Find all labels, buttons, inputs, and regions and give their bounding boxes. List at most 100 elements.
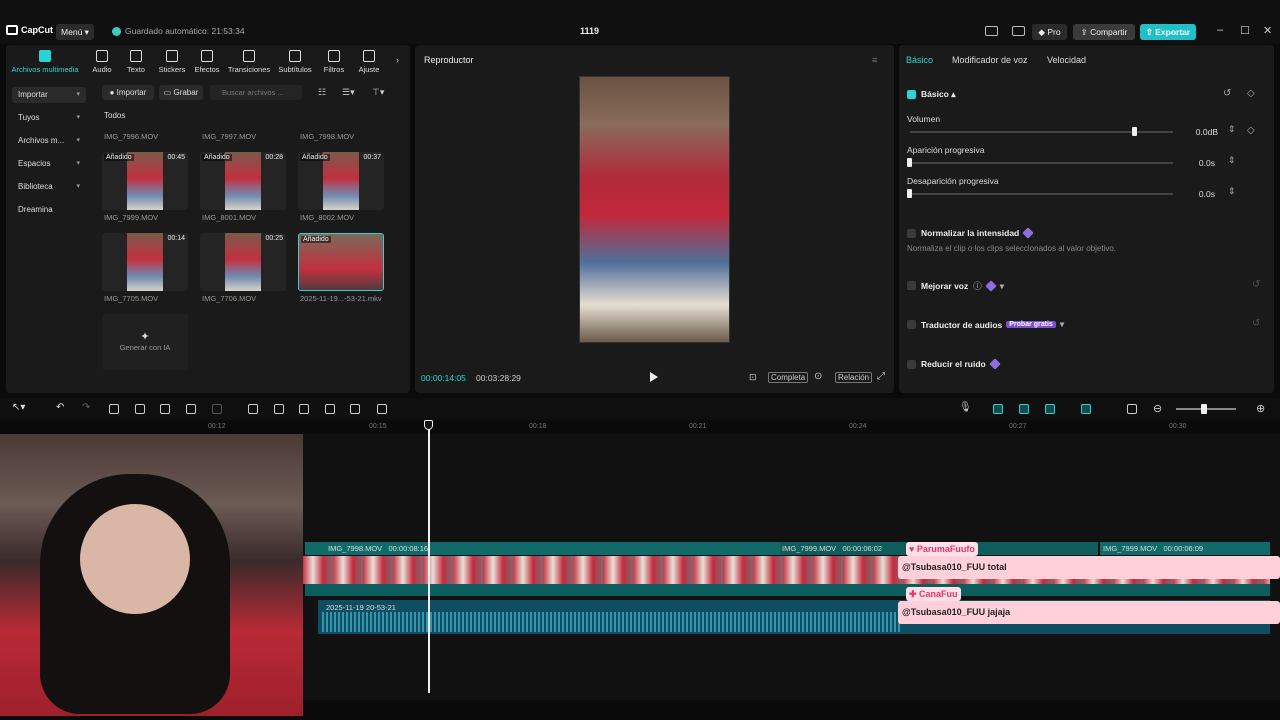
magic-icon[interactable] [325, 404, 335, 414]
tab-adjust[interactable]: Ajuste [349, 48, 389, 74]
tab-media[interactable]: Archivos multimedia [8, 48, 82, 74]
fade-in-slider[interactable] [910, 162, 1173, 164]
minimize-button[interactable]: – [1217, 24, 1223, 36]
stepper-icon[interactable]: ⇕ [1228, 124, 1236, 135]
stepper-icon[interactable]: ⇕ [1228, 155, 1236, 166]
zoom-out-icon[interactable]: ⊖ [1153, 402, 1162, 415]
media-thumbnail[interactable]: Añadido 00:37 [298, 152, 384, 210]
generate-ai-button[interactable]: ✦ Generar con IA [102, 314, 188, 370]
playhead-handle[interactable] [424, 420, 433, 430]
reset-icon[interactable]: ↺ [1252, 279, 1260, 290]
record-button[interactable]: ▭ Grabar [159, 85, 203, 100]
sidebar-item-dreamina[interactable]: Dreamina [12, 202, 86, 218]
split-icon[interactable] [109, 404, 119, 414]
undo-icon[interactable]: ↶ [56, 402, 64, 413]
zoom-slider-handle[interactable] [1201, 404, 1207, 414]
close-button[interactable]: ✕ [1263, 24, 1272, 37]
media-thumbnail[interactable]: 00:25 [200, 233, 286, 291]
play-icon[interactable] [650, 372, 658, 382]
stepper-icon[interactable]: ⇕ [1228, 186, 1236, 197]
menu-icon[interactable]: ≡ [872, 55, 877, 65]
fade-out-value[interactable]: 0.0s [1175, 189, 1215, 199]
shield-icon[interactable] [212, 404, 222, 414]
snapshot-icon[interactable]: ⊙ [814, 371, 822, 382]
keyframe-icon[interactable]: ◇ [1247, 125, 1255, 136]
magnet-icon[interactable] [993, 404, 1003, 414]
marker-icon[interactable] [350, 404, 360, 414]
denoise-checkbox[interactable] [907, 360, 916, 369]
tab-speed[interactable]: Velocidad [1047, 55, 1086, 65]
fade-in-value[interactable]: 0.0s [1175, 158, 1215, 168]
filter-all-label[interactable]: Todos [104, 111, 125, 120]
zoom-in-icon[interactable]: ⊕ [1256, 402, 1265, 415]
translator-checkbox[interactable] [907, 320, 916, 329]
volume-slider-handle[interactable] [1131, 127, 1137, 136]
tab-stickers[interactable]: Stickers [152, 48, 192, 74]
reset-icon[interactable]: ↺ [1223, 88, 1231, 99]
video-preview [127, 233, 163, 291]
basic-checkbox[interactable] [907, 90, 916, 99]
tab-voice-changer[interactable]: Modificador de voz [952, 55, 1028, 65]
fade-in-handle[interactable] [907, 158, 912, 167]
media-thumbnail[interactable]: Añadido 00:45 [102, 152, 188, 210]
chevron-right-icon[interactable]: › [396, 55, 399, 65]
split-screen-icon[interactable] [1081, 404, 1091, 414]
link-icon[interactable] [1019, 404, 1029, 414]
mask-icon[interactable] [274, 404, 284, 414]
normalize-checkbox[interactable] [907, 229, 916, 238]
sidebar-item-library[interactable]: Biblioteca ▾ [12, 179, 86, 195]
volume-value[interactable]: 0.0dB [1178, 127, 1218, 137]
tab-filters[interactable]: Filtros [314, 48, 354, 74]
tab-effects[interactable]: Efectos [187, 48, 227, 74]
pro-button[interactable]: ◆ Pro [1032, 24, 1067, 40]
tab-text[interactable]: Texto [116, 48, 156, 74]
freeze-icon[interactable] [299, 404, 309, 414]
video-track-audio[interactable] [305, 584, 1270, 596]
fade-out-slider[interactable] [910, 193, 1173, 195]
sidebar-item-import[interactable]: Importar ▾ [12, 87, 86, 103]
caption-icon[interactable] [1127, 404, 1137, 414]
maximize-button[interactable]: ☐ [1240, 24, 1250, 37]
layout-icon[interactable] [985, 26, 998, 36]
fit-icon[interactable]: ⊡ [749, 372, 757, 383]
media-thumbnail[interactable]: 00:14 [102, 233, 188, 291]
search-input[interactable]: Buscar archivos ... [210, 85, 302, 100]
preview-axis-icon[interactable] [1045, 404, 1055, 414]
sidebar-item-yours[interactable]: Tuyos ▾ [12, 110, 86, 126]
timeline-ruler[interactable] [305, 420, 1280, 434]
grid-view-icon[interactable]: ☷ [318, 87, 326, 98]
delete-icon[interactable] [186, 404, 196, 414]
video-preview[interactable] [579, 76, 730, 343]
sort-icon[interactable]: ☰▾ [342, 87, 355, 98]
enhance-voice-checkbox[interactable] [907, 281, 916, 290]
share-button[interactable]: ⇪ Compartir [1073, 24, 1135, 40]
full-quality-button[interactable]: Completa [768, 372, 809, 383]
sidebar-item-files[interactable]: Archivos m... ▾ [12, 133, 86, 149]
tab-subtitles[interactable]: Subtítulos [275, 48, 315, 74]
tab-transitions[interactable]: Transiciones [226, 48, 272, 74]
ratio-button[interactable]: Relación [835, 372, 873, 383]
menu-button[interactable]: Menú ▾ [56, 24, 94, 40]
trim-left-icon[interactable] [135, 404, 145, 414]
chevron-down-icon[interactable]: ▾ [1060, 319, 1064, 330]
fade-out-handle[interactable] [907, 189, 912, 198]
redo-icon[interactable]: ↷ [82, 402, 90, 413]
media-thumbnail[interactable]: Añadido 00:28 [200, 152, 286, 210]
export-button[interactable]: ⇧ Exportar [1140, 24, 1196, 40]
microphone-icon[interactable]: 🎙 [959, 402, 972, 413]
subtitle-tool-icon[interactable] [377, 404, 387, 414]
sidebar-item-spaces[interactable]: Espacios ▾ [12, 156, 86, 172]
chevron-down-icon[interactable]: ▾ [1000, 281, 1004, 292]
crop-icon[interactable] [248, 404, 258, 414]
keyframe-icon[interactable]: ◇ [1247, 88, 1255, 99]
tab-basic[interactable]: Básico [906, 55, 933, 65]
fullscreen-icon[interactable]: ⤢ [877, 371, 885, 382]
media-thumbnail-selected[interactable]: Añadido [298, 233, 384, 291]
select-tool-icon[interactable]: ↖▾ [12, 402, 25, 413]
keyboard-icon[interactable] [1012, 26, 1025, 36]
filter-icon[interactable]: ⊤▾ [372, 87, 384, 98]
playhead[interactable] [428, 420, 430, 693]
import-button[interactable]: ● Importar [102, 85, 154, 100]
trim-right-icon[interactable] [160, 404, 170, 414]
reset-icon[interactable]: ↺ [1252, 318, 1260, 329]
